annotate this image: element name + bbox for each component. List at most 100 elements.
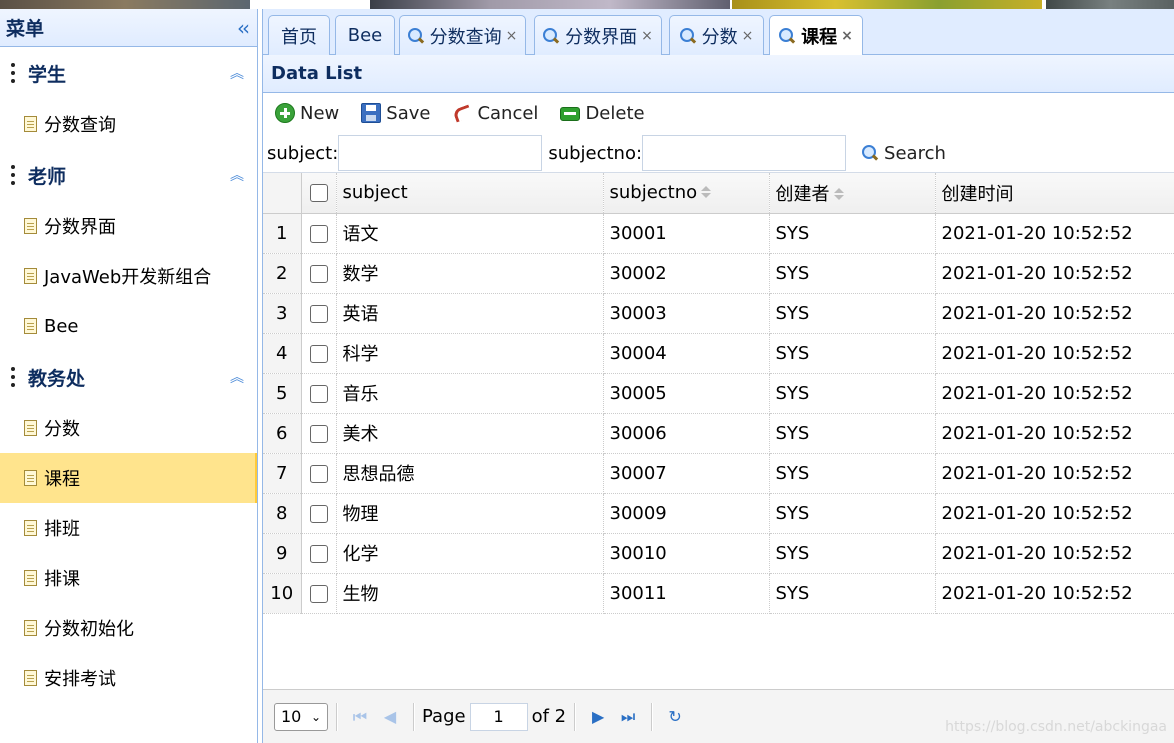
sidebar-item-bee[interactable]: Bee — [0, 301, 257, 351]
row-checkbox[interactable] — [301, 413, 337, 454]
table-row[interactable]: 10 生物 30011 SYS 2021-01-20 10:52:52 — [263, 573, 1174, 614]
table-row[interactable]: 1 语文 30001 SYS 2021-01-20 10:52:52 — [263, 213, 1174, 254]
cell-subjectno: 30005 — [603, 373, 770, 414]
save-button[interactable]: Save — [361, 103, 430, 124]
tab-score[interactable]: 分数 × — [669, 15, 764, 55]
sidebar-item-label: 排课 — [44, 569, 80, 590]
double-chevron-up-icon[interactable]: ︽ — [217, 63, 257, 83]
row-checkbox[interactable] — [301, 293, 337, 334]
row-checkbox[interactable] — [301, 253, 337, 294]
table-row[interactable]: 8 物理 30009 SYS 2021-01-20 10:52:52 — [263, 493, 1174, 534]
cell-creator: SYS — [769, 373, 936, 414]
undo-icon — [452, 103, 472, 123]
search-icon — [407, 27, 424, 44]
row-checkbox[interactable] — [301, 373, 337, 414]
document-icon — [24, 520, 37, 536]
drag-handle-icon — [10, 165, 16, 185]
cell-created-time: 2021-01-20 10:52:52 — [935, 453, 1174, 494]
cell-creator: SYS — [769, 493, 936, 534]
column-header-creator[interactable]: 创建者 — [769, 173, 936, 214]
cell-subject: 物理 — [336, 493, 604, 534]
cell-subjectno: 30006 — [603, 413, 770, 454]
tab-home[interactable]: 首页 — [268, 15, 330, 55]
sidebar-item-label: 分数 — [44, 419, 80, 440]
document-icon — [24, 268, 37, 284]
last-page-icon[interactable]: ⏭ — [613, 707, 643, 727]
column-header-created-time[interactable]: 创建时间 — [935, 173, 1174, 214]
close-icon[interactable]: × — [641, 28, 653, 44]
sidebar-item-score-query[interactable]: 分数查询 — [0, 99, 257, 149]
table-row[interactable]: 7 思想品德 30007 SYS 2021-01-20 10:52:52 — [263, 453, 1174, 494]
sidebar-item-score-ui[interactable]: 分数界面 — [0, 201, 257, 251]
delete-button[interactable]: Delete — [560, 103, 645, 124]
cell-created-time: 2021-01-20 10:52:52 — [935, 213, 1174, 254]
double-chevron-left-icon[interactable]: ‹‹ — [227, 16, 257, 40]
subjectno-input[interactable] — [642, 135, 847, 171]
sidebar-item-score-init[interactable]: 分数初始化 — [0, 603, 257, 653]
row-checkbox[interactable] — [301, 573, 337, 614]
page-size-select[interactable]: 10 ⌄ — [274, 702, 328, 731]
sidebar-item-label: JavaWeb开发新组合 — [44, 267, 212, 288]
divider — [413, 702, 414, 731]
double-chevron-up-icon[interactable]: ︽ — [217, 165, 257, 185]
double-chevron-up-icon[interactable]: ︽ — [217, 367, 257, 387]
table-row[interactable]: 4 科学 30004 SYS 2021-01-20 10:52:52 — [263, 333, 1174, 374]
table-row[interactable]: 9 化学 30010 SYS 2021-01-20 10:52:52 — [263, 533, 1174, 574]
sidebar-item-score[interactable]: 分数 — [0, 403, 257, 453]
divider — [336, 702, 337, 731]
prev-page-icon[interactable]: ◀ — [375, 707, 405, 726]
cell-creator: SYS — [769, 213, 936, 254]
row-checkbox[interactable] — [301, 453, 337, 494]
search-button[interactable]: Search — [862, 143, 946, 164]
drag-handle-icon — [10, 63, 16, 83]
close-icon[interactable]: × — [742, 28, 754, 44]
row-number: 7 — [263, 453, 302, 494]
row-checkbox[interactable] — [301, 333, 337, 374]
cell-creator: SYS — [769, 333, 936, 374]
row-checkbox[interactable] — [301, 493, 337, 534]
document-icon — [24, 620, 37, 636]
sidebar-item-course-schedule[interactable]: 排课 — [0, 553, 257, 603]
sidebar-item-class-schedule[interactable]: 排班 — [0, 503, 257, 553]
table-row[interactable]: 6 美术 30006 SYS 2021-01-20 10:52:52 — [263, 413, 1174, 454]
sort-icon[interactable] — [833, 187, 844, 202]
refresh-icon[interactable]: ↻ — [660, 707, 690, 726]
sidebar-group-academic-office[interactable]: 教务处 ︽ — [0, 351, 257, 403]
column-header-subjectno[interactable]: subjectno — [603, 173, 770, 214]
search-label: Search — [884, 142, 946, 164]
table-row[interactable]: 5 音乐 30005 SYS 2021-01-20 10:52:52 — [263, 373, 1174, 414]
close-icon[interactable]: × — [841, 28, 853, 44]
row-checkbox[interactable] — [301, 213, 337, 254]
cell-subjectno: 30010 — [603, 533, 770, 574]
sidebar-item-javaweb[interactable]: JavaWeb开发新组合 — [0, 251, 257, 301]
document-icon — [24, 218, 37, 234]
table-row[interactable]: 3 英语 30003 SYS 2021-01-20 10:52:52 — [263, 293, 1174, 334]
new-button[interactable]: New — [275, 103, 339, 124]
column-header-subject[interactable]: subject — [336, 173, 604, 214]
table-row[interactable]: 2 数学 30002 SYS 2021-01-20 10:52:52 — [263, 253, 1174, 294]
page-number-input[interactable]: 1 — [469, 702, 528, 731]
row-checkbox[interactable] — [301, 533, 337, 574]
sidebar-item-course[interactable]: 课程 — [0, 453, 257, 503]
cell-creator: SYS — [769, 413, 936, 454]
cell-created-time: 2021-01-20 10:52:52 — [935, 493, 1174, 534]
sidebar-item-exam-arrange[interactable]: 安排考试 — [0, 653, 257, 703]
close-icon[interactable]: × — [506, 28, 518, 44]
cell-created-time: 2021-01-20 10:52:52 — [935, 573, 1174, 614]
sidebar-group-student[interactable]: 学生 ︽ — [0, 47, 257, 99]
next-page-icon[interactable]: ▶ — [583, 707, 613, 726]
cancel-button[interactable]: Cancel — [452, 103, 538, 124]
sidebar-item-label: 分数查询 — [44, 115, 116, 136]
sidebar-item-label: 安排考试 — [44, 669, 116, 690]
sort-icon[interactable] — [701, 186, 712, 200]
tab-score-query[interactable]: 分数查询 × — [399, 15, 526, 55]
select-all-checkbox[interactable] — [301, 173, 337, 214]
tab-bee[interactable]: Bee — [335, 15, 395, 55]
tab-score-ui[interactable]: 分数界面 × — [534, 15, 662, 55]
tab-course[interactable]: 课程 × — [769, 15, 863, 56]
sidebar-group-teacher[interactable]: 老师 ︽ — [0, 149, 257, 201]
cell-subject: 音乐 — [336, 373, 604, 414]
first-page-icon[interactable]: ⏮ — [345, 707, 375, 727]
document-icon — [24, 470, 37, 486]
subject-input[interactable] — [338, 135, 543, 171]
